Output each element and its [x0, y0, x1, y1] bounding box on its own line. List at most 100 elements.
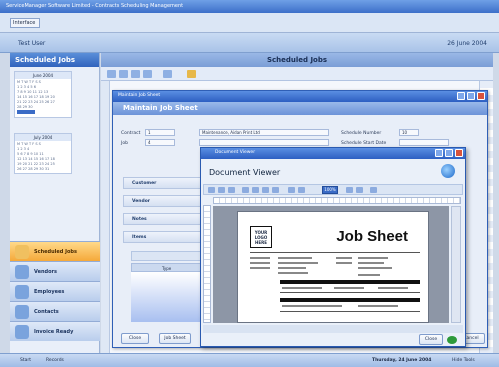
- close-icon[interactable]: [477, 92, 485, 100]
- print-icon[interactable]: [208, 187, 215, 193]
- text-line: [250, 257, 270, 259]
- copy-icon[interactable]: [228, 187, 235, 193]
- last-page-icon[interactable]: [272, 187, 279, 193]
- delete-icon[interactable]: [143, 70, 152, 78]
- contact-icon: [15, 305, 29, 319]
- nav-label: Invoice Ready: [34, 329, 74, 335]
- viewer-statusbar: [203, 325, 463, 333]
- job-field[interactable]: 4: [145, 139, 175, 146]
- horizontal-ruler: [213, 197, 461, 204]
- zoom-in-icon[interactable]: [298, 187, 305, 193]
- dialog-header: Maintain Job Sheet: [113, 102, 487, 115]
- divider: [280, 292, 420, 293]
- text-line: [334, 287, 364, 289]
- prev-page-icon[interactable]: [252, 187, 259, 193]
- schedule-number-label: Schedule Number: [341, 131, 382, 136]
- calendar-july[interactable]: July 2004 M T W T F S S 1 2 3 4 5 6 7 8 …: [14, 133, 72, 174]
- nav-label: Contacts: [34, 309, 59, 315]
- page-width-icon[interactable]: [346, 187, 353, 193]
- divider: [250, 252, 420, 253]
- current-date: 26 June 2004: [447, 40, 487, 47]
- job-label: Job: [121, 141, 128, 146]
- nav-label: Employees: [34, 289, 65, 295]
- dialog-title: Maintain Job Sheet: [118, 93, 161, 98]
- main-toolbar: [101, 67, 493, 81]
- maximize-icon[interactable]: [467, 92, 475, 100]
- people-icon: [15, 285, 29, 299]
- viewer-logo-icon: [441, 164, 455, 178]
- status-records[interactable]: Records: [46, 358, 64, 363]
- text-line: [358, 274, 380, 276]
- text-line: [358, 257, 388, 259]
- sidebar-header: Scheduled Jobs: [10, 53, 99, 67]
- maximize-icon[interactable]: [445, 149, 453, 157]
- address-field[interactable]: [199, 139, 329, 146]
- schedule-date-field[interactable]: [399, 139, 449, 146]
- row-indicator-column: [101, 81, 110, 353]
- calendar-icon: [15, 245, 29, 259]
- nav-scheduled-jobs[interactable]: Scheduled Jobs: [10, 241, 100, 261]
- refresh-icon[interactable]: [163, 70, 172, 78]
- calendar-june[interactable]: June 2004 M T W T F S S 1 2 3 4 5 6 7 8 …: [14, 71, 72, 118]
- items-grid-header: Type: [131, 263, 203, 272]
- minimize-icon[interactable]: [457, 92, 465, 100]
- whole-page-icon[interactable]: [356, 187, 363, 193]
- document-icon: [15, 325, 29, 339]
- next-page-icon[interactable]: [262, 187, 269, 193]
- contract-label: Contract: [121, 131, 141, 136]
- nav-employees[interactable]: Employees: [10, 281, 100, 301]
- document-heading: Job Sheet: [336, 228, 408, 245]
- zoom-out-icon[interactable]: [288, 187, 295, 193]
- text-line: [278, 262, 318, 264]
- print-icon[interactable]: [131, 70, 140, 78]
- customer-name-field[interactable]: Maintenance, Aidan Print Ltd: [199, 129, 329, 136]
- viewer-toolbar: 100%: [203, 184, 463, 195]
- minimize-icon[interactable]: [435, 149, 443, 157]
- job-sheet-button[interactable]: Job Sheet: [159, 333, 191, 344]
- nav-invoice-ready[interactable]: Invoice Ready: [10, 321, 100, 341]
- zoom-select[interactable]: 100%: [322, 186, 338, 194]
- window-title: ServiceManager Software Limited - Contra…: [6, 3, 184, 9]
- text-line: [358, 267, 392, 269]
- nav-label: Vendors: [34, 269, 58, 275]
- document-viewer-dialog: Document Viewer Document Viewer 100% YOU…: [200, 147, 466, 347]
- text-line: [336, 262, 352, 264]
- save-icon[interactable]: [218, 187, 225, 193]
- items-grid[interactable]: [131, 272, 203, 322]
- menubar: Interface: [0, 13, 499, 33]
- section-bar: [280, 298, 420, 302]
- vertical-ruler: [203, 205, 211, 323]
- document-page: YOUR LOGO HERE Job Sheet: [237, 211, 429, 323]
- new-icon[interactable]: [107, 70, 116, 78]
- logo-placeholder: YOUR LOGO HERE: [250, 226, 272, 248]
- nav-vendors[interactable]: Vendors: [10, 261, 100, 281]
- text-line: [282, 305, 342, 307]
- open-icon[interactable]: [119, 70, 128, 78]
- text-line: [278, 257, 312, 259]
- text-line: [336, 257, 352, 259]
- vertical-scrollbar[interactable]: [451, 206, 461, 323]
- divider: [280, 311, 420, 312]
- viewer-title: Document Viewer: [209, 168, 281, 177]
- text-line: [278, 267, 306, 269]
- close-icon[interactable]: [455, 149, 463, 157]
- status-hide-tools[interactable]: Hide Tools: [452, 358, 475, 363]
- text-line: [250, 267, 270, 269]
- nav-contacts[interactable]: Contacts: [10, 301, 100, 321]
- calendar-icon[interactable]: [187, 70, 196, 78]
- calendar-selected-week[interactable]: [17, 110, 35, 114]
- viewer-close-button[interactable]: Close: [419, 334, 443, 345]
- close-button[interactable]: Close: [121, 333, 149, 344]
- viewer-window-title: Document Viewer: [215, 150, 256, 155]
- viewer-titlebar: Document Viewer: [201, 148, 465, 159]
- help-icon[interactable]: [447, 336, 457, 344]
- search-icon[interactable]: [370, 187, 377, 193]
- items-toolbar: [131, 251, 203, 261]
- menu-interface[interactable]: Interface: [10, 18, 40, 28]
- contract-field[interactable]: 1: [145, 129, 175, 136]
- status-start[interactable]: Start: [20, 358, 31, 363]
- first-page-icon[interactable]: [242, 187, 249, 193]
- schedule-number-field[interactable]: 10: [399, 129, 419, 136]
- sidebar: Scheduled Jobs June 2004 M T W T F S S 1…: [10, 53, 100, 353]
- calendar-title: June 2004: [15, 72, 71, 79]
